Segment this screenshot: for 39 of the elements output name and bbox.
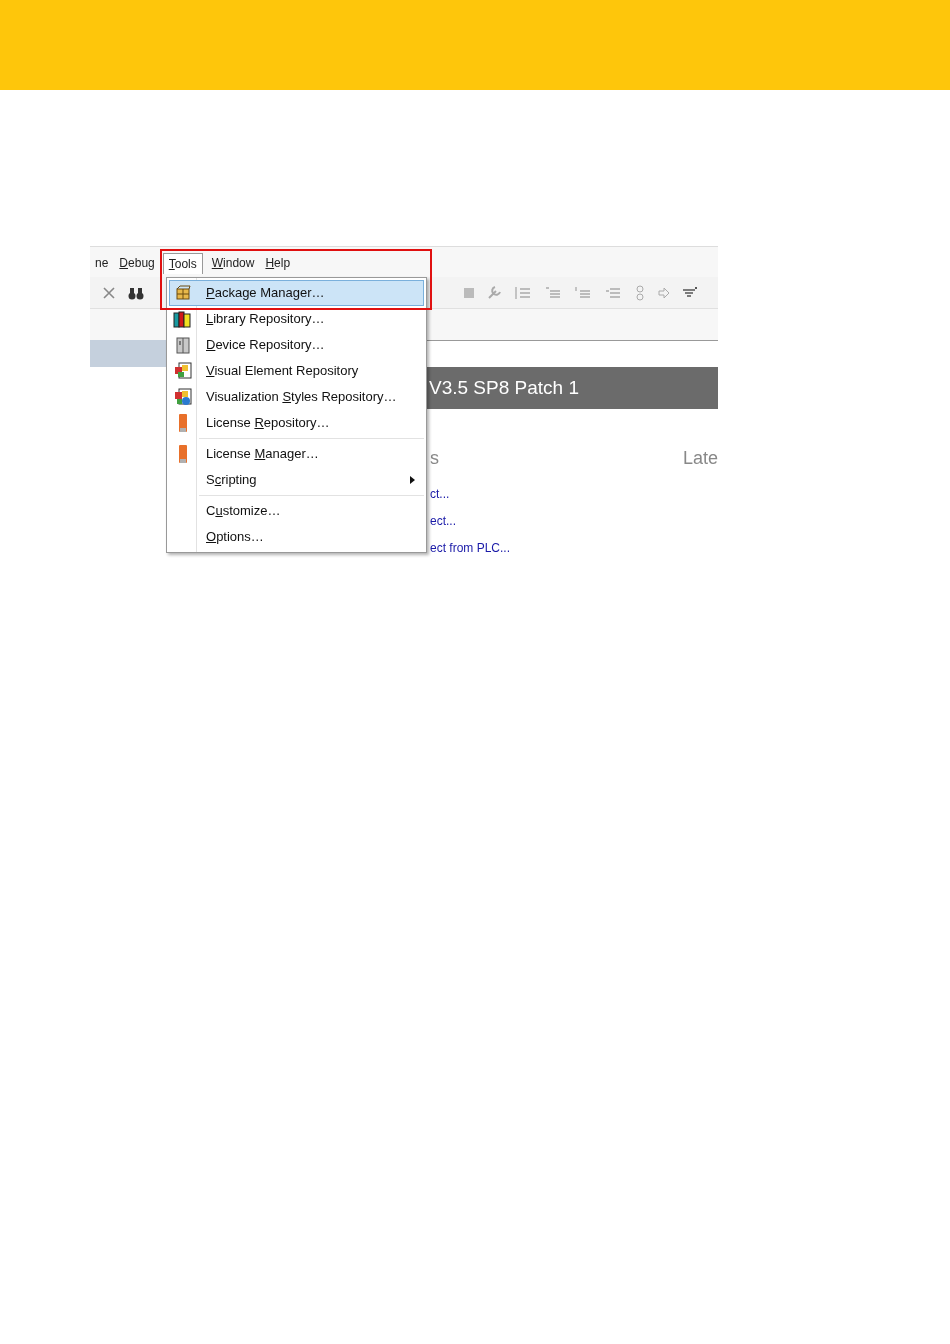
menu-item[interactable]: License Repository… — [169, 410, 424, 436]
project-link[interactable]: ect from PLC... — [430, 539, 511, 557]
link-icon[interactable] — [634, 284, 646, 301]
menu-bar-item[interactable]: Debug — [114, 252, 160, 274]
menu-item[interactable]: Device Repository… — [169, 332, 424, 358]
menu-bar-item[interactable]: Help — [260, 252, 296, 274]
menu-item[interactable]: Visual Element Repository — [169, 358, 424, 384]
license-stick-icon — [178, 413, 188, 433]
menu-item[interactable]: Customize… — [169, 498, 424, 524]
device-icon — [175, 336, 191, 354]
section-heading: Late — [682, 447, 718, 470]
arrow-icon[interactable] — [658, 286, 670, 299]
menu-item[interactable]: Visualization Styles Repository… — [169, 384, 424, 410]
section-heading: s — [430, 447, 439, 470]
menu-item[interactable]: Scripting — [169, 467, 424, 493]
wrench-icon[interactable] — [486, 284, 502, 301]
menu-item[interactable]: Package Manager… — [169, 280, 424, 306]
delete-icon[interactable] — [102, 285, 116, 300]
list-indent-icon[interactable] — [544, 284, 562, 301]
menu-item[interactable]: Library Repository… — [169, 306, 424, 332]
menu-item[interactable]: Options… — [169, 524, 424, 550]
menu-bar-item[interactable]: Tools — [162, 253, 203, 274]
project-link[interactable]: ect... — [430, 512, 511, 530]
stop-icon[interactable] — [464, 287, 474, 298]
menu-bar-item[interactable]: Window — [206, 252, 260, 274]
package-icon — [175, 285, 191, 301]
toolbar-options-icon[interactable] — [682, 286, 698, 299]
menu-item[interactable]: License Manager… — [169, 441, 424, 467]
list-indent-icon[interactable] — [574, 284, 592, 301]
list-indent-icon[interactable] — [514, 284, 532, 301]
menu-bar-item[interactable]: ne — [90, 252, 114, 274]
binoculars-icon[interactable] — [128, 285, 144, 300]
styles-icon — [174, 388, 192, 406]
version-banner: V3.5 SP8 Patch 1 — [427, 367, 718, 409]
project-link[interactable]: ct... — [430, 485, 511, 503]
submenu-arrow-icon — [410, 476, 415, 484]
visual-element-icon — [174, 362, 192, 380]
books-icon — [173, 310, 193, 328]
license-stick-icon — [178, 444, 188, 464]
